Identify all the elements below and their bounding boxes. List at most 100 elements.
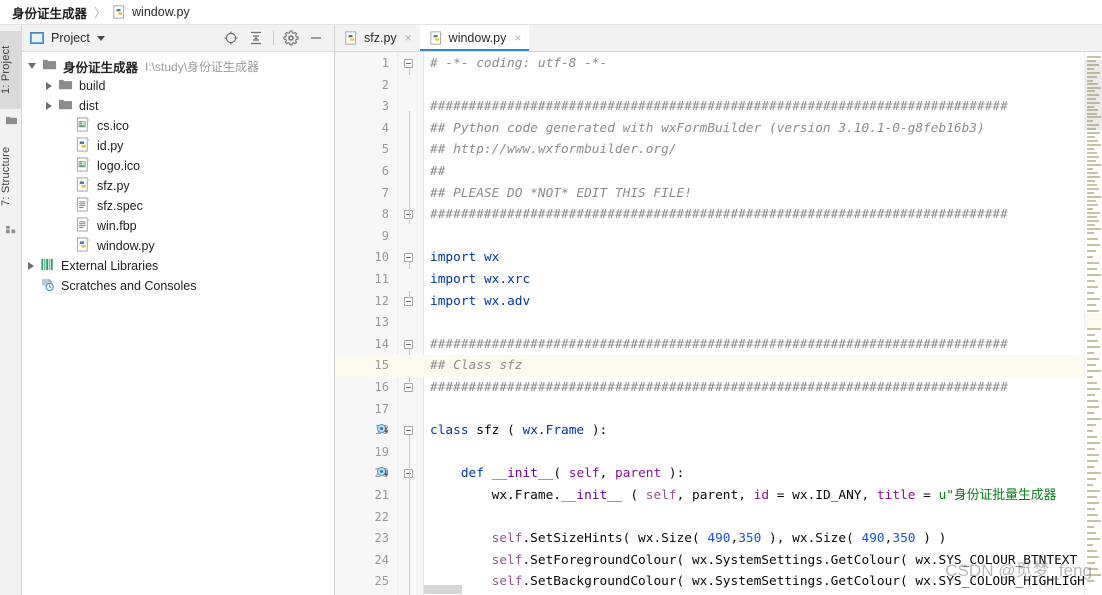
code-fold-toggle-icon[interactable] bbox=[404, 339, 413, 349]
minimize-icon[interactable] bbox=[308, 30, 324, 46]
project-tool-window: Project 身份证生成器 I:\study\身份证生成器 build dis… bbox=[22, 25, 335, 595]
minimap-line bbox=[1087, 180, 1095, 182]
chevron-down-icon[interactable] bbox=[96, 35, 105, 41]
line-number-gutter: 1234567891011121314151617181920212223242… bbox=[335, 52, 398, 595]
tree-row[interactable]: dist bbox=[22, 96, 334, 116]
code-line: def __init__( self, parent ): bbox=[460, 466, 685, 482]
line-number: 5 bbox=[381, 142, 389, 157]
code-line: ########################################… bbox=[430, 336, 1008, 352]
minimap-line bbox=[1087, 256, 1093, 258]
minimap-line bbox=[1087, 238, 1098, 240]
minimap-line bbox=[1087, 394, 1095, 396]
override-marker-icon[interactable] bbox=[377, 467, 389, 479]
folder-icon bbox=[42, 57, 57, 75]
line-number: 8 bbox=[381, 207, 389, 222]
minimap-line bbox=[1087, 156, 1099, 158]
code-fold-toggle-icon[interactable] bbox=[404, 383, 413, 392]
tree-row[interactable]: build bbox=[22, 76, 334, 96]
editor-tab-window[interactable]: window.py × bbox=[419, 25, 530, 51]
scratches-icon bbox=[40, 277, 55, 295]
horizontal-scrollbar[interactable] bbox=[424, 585, 462, 594]
tree-expand-arrow-icon[interactable] bbox=[28, 262, 34, 270]
tree-row[interactable]: sfz.py bbox=[22, 176, 334, 196]
code-line: ## Python code generated with wxFormBuil… bbox=[430, 120, 985, 136]
minimap-line bbox=[1087, 430, 1093, 432]
sidebar-tab-structure[interactable]: 7: Structure bbox=[0, 133, 22, 219]
collapse-all-icon[interactable] bbox=[248, 30, 264, 46]
tree-row-label: window.py bbox=[97, 239, 155, 253]
gear-icon[interactable] bbox=[283, 30, 299, 46]
minimap-line bbox=[1087, 532, 1096, 534]
minimap-line bbox=[1087, 352, 1094, 354]
code-line: ########################################… bbox=[430, 207, 1008, 223]
line-number: 2 bbox=[381, 77, 389, 92]
minimap-line bbox=[1087, 472, 1101, 474]
tree-row[interactable]: 身份证生成器 I:\study\身份证生成器 bbox=[22, 56, 334, 76]
fold-region-line bbox=[408, 435, 410, 595]
tree-row[interactable]: win.fbp bbox=[22, 216, 334, 236]
locate-target-icon[interactable] bbox=[223, 30, 239, 46]
tree-row[interactable]: External Libraries bbox=[22, 256, 334, 276]
minimap-line bbox=[1087, 538, 1100, 540]
python-file-icon bbox=[76, 137, 91, 155]
minimap-line bbox=[1087, 376, 1093, 378]
tree-row[interactable]: window.py bbox=[22, 236, 334, 256]
tree-row[interactable]: id.py bbox=[22, 136, 334, 156]
override-marker-icon[interactable] bbox=[377, 424, 389, 436]
text-file-icon bbox=[76, 217, 91, 235]
code-line: ########################################… bbox=[430, 380, 1008, 395]
minimap-line bbox=[1087, 448, 1095, 450]
tree-expand-arrow-icon[interactable] bbox=[28, 63, 36, 69]
project-view-icon bbox=[30, 31, 44, 45]
fold-region-line bbox=[408, 68, 410, 75]
line-number: 14 bbox=[374, 336, 389, 351]
minimap-line bbox=[1087, 132, 1100, 134]
minimap-viewport-thumb[interactable] bbox=[1085, 60, 1102, 130]
code-fold-toggle-icon[interactable] bbox=[404, 59, 413, 68]
minimap-line bbox=[1087, 484, 1093, 486]
close-icon[interactable]: × bbox=[405, 31, 412, 45]
code-fold-toggle-icon[interactable] bbox=[404, 296, 413, 306]
minimap-line bbox=[1087, 406, 1099, 408]
minimap-line bbox=[1087, 268, 1097, 270]
minimap-line bbox=[1087, 418, 1101, 420]
code-line: self.SetBackgroundColour( wx.SystemSetti… bbox=[491, 574, 1102, 590]
code-line: ## bbox=[430, 164, 446, 179]
minimap-line bbox=[1087, 208, 1093, 210]
minimap-line bbox=[1087, 304, 1096, 306]
tree-row-label: sfz.py bbox=[97, 179, 130, 193]
code-fold-toggle-icon[interactable] bbox=[404, 426, 413, 436]
minimap-line bbox=[1087, 574, 1101, 576]
breadcrumb-project[interactable]: 身份证生成器 bbox=[12, 3, 87, 22]
line-number: 9 bbox=[381, 228, 389, 243]
code-folding-gutter[interactable] bbox=[398, 52, 424, 595]
code-line: self.SetSizeHints( wx.Size( 490,350 ), w… bbox=[491, 531, 947, 547]
minimap-line bbox=[1087, 224, 1095, 226]
minimap-line bbox=[1087, 262, 1099, 264]
tree-row[interactable]: cs.ico bbox=[22, 116, 334, 136]
code-fold-toggle-icon[interactable] bbox=[404, 253, 413, 263]
editor-tab-sfz[interactable]: sfz.py × bbox=[335, 25, 420, 51]
minimap-highlight bbox=[1085, 314, 1102, 328]
close-icon[interactable]: × bbox=[514, 31, 521, 45]
code-content[interactable]: # -*- coding: utf-8 -*- #################… bbox=[424, 52, 1102, 595]
code-editor[interactable]: 1234567891011121314151617181920212223242… bbox=[335, 52, 1102, 595]
minimap-line bbox=[1087, 144, 1101, 146]
minimap-line bbox=[1087, 228, 1101, 230]
tree-row-label: logo.ico bbox=[97, 159, 141, 173]
tree-row[interactable]: Scratches and Consoles bbox=[22, 276, 334, 296]
code-line: import wx.adv bbox=[430, 293, 531, 309]
breadcrumb-file-item[interactable]: window.py bbox=[113, 5, 190, 19]
tree-row[interactable]: logo.ico bbox=[22, 156, 334, 176]
code-minimap[interactable] bbox=[1084, 52, 1102, 595]
minimap-line bbox=[1087, 164, 1101, 166]
tree-row[interactable]: sfz.spec bbox=[22, 196, 334, 216]
tree-expand-arrow-icon[interactable] bbox=[46, 82, 52, 90]
code-line: self.SetForegroundColour( wx.SystemSetti… bbox=[491, 552, 1102, 568]
sidebar-tab-project[interactable]: 1: Project bbox=[0, 31, 22, 109]
python-file-icon bbox=[76, 177, 91, 195]
minimap-line bbox=[1087, 424, 1096, 426]
minimap-line bbox=[1087, 310, 1099, 312]
tree-expand-arrow-icon[interactable] bbox=[46, 102, 52, 110]
minimap-line bbox=[1087, 580, 1094, 582]
